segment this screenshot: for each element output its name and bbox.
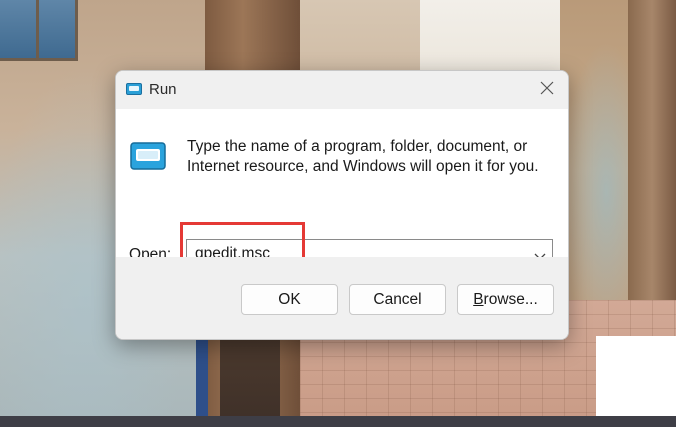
browse-label: rowse... [483,290,538,308]
instructions-text: Type the name of a program, folder, docu… [187,138,539,175]
close-button[interactable] [526,71,568,109]
cancel-button[interactable]: Cancel [349,284,446,315]
dialog-footer: OK Cancel Browse... [116,257,568,339]
browse-access-key: B [473,290,484,308]
wallpaper-right-arch [628,0,676,300]
bottom-strip [0,416,676,427]
run-icon [130,141,166,173]
close-icon [540,81,554,100]
run-icon [126,82,142,95]
run-dialog: Run Type the name of a program, folder, … [115,70,569,340]
dialog-title: Run [149,81,177,98]
browse-button[interactable]: Browse... [457,284,554,315]
dialog-body: Type the name of a program, folder, docu… [116,109,568,295]
white-patch [596,336,676,416]
ok-button[interactable]: OK [241,284,338,315]
wallpaper-blue-window [0,0,78,61]
title-bar[interactable]: Run [116,71,568,109]
